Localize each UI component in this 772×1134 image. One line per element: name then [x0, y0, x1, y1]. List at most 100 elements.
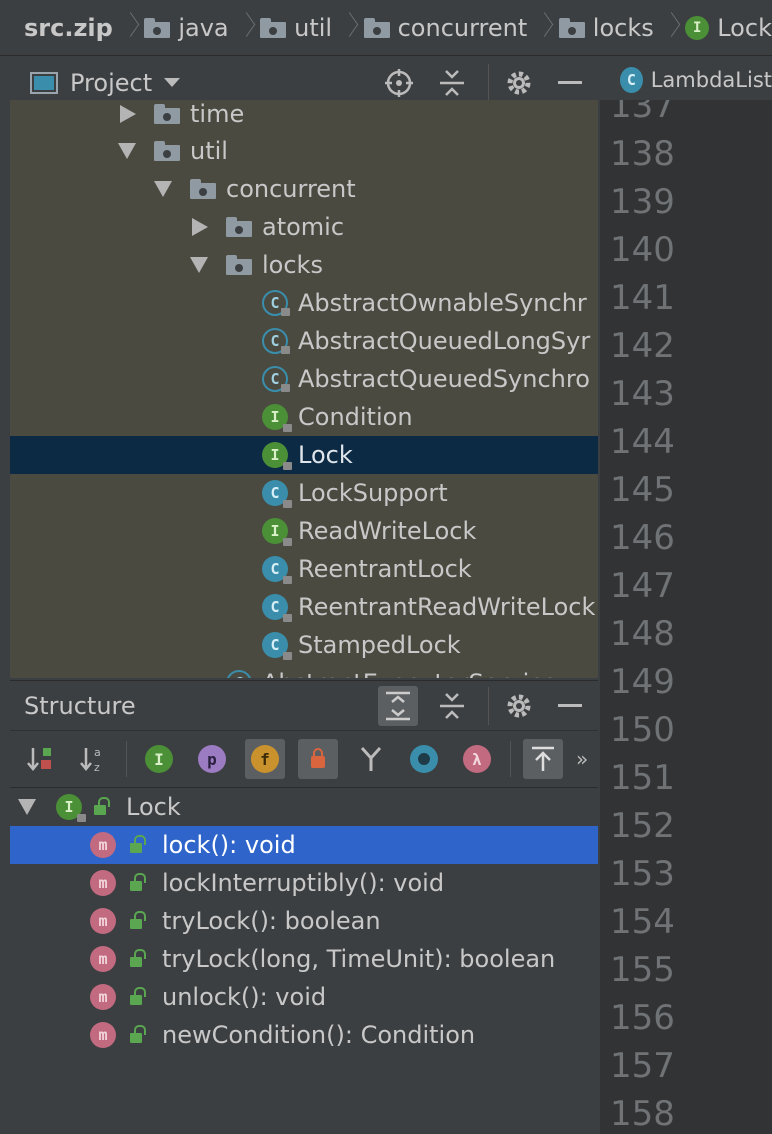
show-inherited-button[interactable]: I — [139, 739, 179, 779]
breadcrumb-item-src-zip[interactable]: src.zip — [24, 14, 113, 42]
tree-item-class[interactable]: C AbstractQueuedLongSyr — [10, 322, 598, 360]
abstract-class-icon: C — [262, 328, 290, 354]
tree-item-concurrent[interactable]: concurrent — [10, 170, 598, 208]
structure-member[interactable]: m tryLock(long, TimeUnit): boolean — [10, 940, 598, 978]
structure-member-label: unlock(): void — [162, 983, 327, 1011]
public-lock-icon — [130, 911, 146, 929]
breadcrumb-label: src.zip — [24, 13, 113, 42]
structure-member[interactable]: m lockInterruptibly(): void — [10, 864, 598, 902]
public-lock-icon — [130, 835, 146, 853]
gear-icon[interactable] — [504, 68, 534, 98]
structure-panel-title: Structure — [24, 691, 136, 720]
tree-item-interface[interactable]: I Condition — [10, 398, 598, 436]
collapse-arrow-icon[interactable] — [154, 181, 172, 197]
public-lock-icon — [130, 873, 146, 891]
breadcrumb-item-util[interactable]: util — [260, 14, 332, 42]
breadcrumb-label: util — [294, 13, 333, 42]
branch-icon — [360, 746, 382, 771]
show-fields-button[interactable]: f — [245, 739, 285, 779]
tree-item-class[interactable]: C ReentrantLock — [10, 550, 598, 588]
autoscroll-button[interactable] — [523, 739, 563, 779]
tree-item-interface-selected[interactable]: I Lock — [10, 436, 598, 474]
expand-arrow-icon[interactable] — [120, 105, 136, 123]
breadcrumb: src.zip java util concurrent locks I Loc… — [0, 0, 772, 56]
public-lock-icon — [130, 1025, 146, 1043]
folder-icon — [154, 141, 180, 161]
breadcrumb-item-concurrent[interactable]: concurrent — [363, 14, 527, 42]
structure-member-label: newCondition(): Condition — [162, 1021, 476, 1049]
show-non-public-button[interactable] — [298, 739, 338, 779]
tree-item-locks[interactable]: locks — [10, 246, 598, 284]
abstract-class-icon: C — [262, 366, 290, 392]
tree-item-label: ReentrantReadWriteLock — [298, 593, 596, 621]
expand-all-icon[interactable] — [384, 691, 412, 721]
tree-item-class[interactable]: C AbstractOwnableSynchr — [10, 284, 598, 322]
minimize-icon[interactable] — [558, 704, 582, 707]
tree-item-label: ReentrantLock — [298, 555, 472, 583]
tree-item-label: AbstractQueuedSynchro — [298, 365, 590, 393]
project-panel-title[interactable]: Project — [70, 69, 152, 97]
tree-item-atomic[interactable]: atomic — [10, 208, 598, 246]
autoscroll-icon — [532, 746, 554, 771]
structure-member[interactable]: m tryLock(): boolean — [10, 902, 598, 940]
editor-tab[interactable]: C LambdaList — [600, 58, 772, 102]
sort-visibility-icon — [27, 748, 51, 771]
sort-alphabetically-button[interactable]: a z — [73, 739, 113, 779]
folder-icon — [558, 17, 585, 38]
line-number: 139 — [610, 182, 675, 222]
tree-item-class[interactable]: C LockSupport — [10, 474, 598, 512]
tree-item-class[interactable]: C AbstractQueuedSynchro — [10, 360, 598, 398]
tree-item-interface[interactable]: I ReadWriteLock — [10, 512, 598, 550]
collapse-arrow-icon[interactable] — [118, 143, 136, 159]
interface-icon: I — [262, 518, 292, 546]
tree-item-class[interactable]: C ReentrantReadWriteLock — [10, 588, 598, 626]
structure-member[interactable]: m newCondition(): Condition — [10, 1016, 598, 1054]
public-lock-icon — [130, 987, 146, 1005]
chevron-right-icon — [342, 11, 354, 45]
folder-icon — [226, 255, 252, 275]
class-icon: C — [620, 66, 643, 93]
chevron-right-icon — [537, 11, 549, 45]
method-icon: m — [90, 984, 116, 1010]
tree-item-label: Lock — [298, 441, 353, 469]
divider — [126, 741, 127, 777]
show-lambdas-target-button[interactable] — [404, 739, 444, 779]
collapse-all-icon[interactable] — [438, 691, 466, 721]
expand-arrow-icon[interactable] — [192, 218, 208, 236]
breadcrumb-item-locks[interactable]: locks — [558, 14, 654, 42]
tree-item-label: AbstractQueuedLongSyr — [298, 327, 591, 355]
project-tree[interactable]: time util concurrent atomic locks C Abst… — [10, 100, 598, 678]
tree-item-label: LockSupport — [298, 479, 448, 507]
breadcrumb-label: Lock — [717, 13, 772, 42]
structure-member[interactable]: m unlock(): void — [10, 978, 598, 1016]
tree-item-time[interactable]: time — [10, 100, 598, 133]
collapse-arrow-icon[interactable] — [190, 257, 208, 273]
inherited-icon: I — [145, 745, 173, 773]
breadcrumb-label: java — [178, 13, 229, 42]
tree-item-util[interactable]: util — [10, 132, 598, 170]
structure-root-lock[interactable]: I Lock — [10, 788, 598, 826]
locate-icon[interactable] — [384, 68, 414, 98]
show-anonymous-button[interactable] — [351, 739, 391, 779]
tree-item-class[interactable]: C StampedLock — [10, 626, 598, 664]
structure-member[interactable]: m lock(): void — [10, 826, 598, 864]
chevron-right-icon — [123, 11, 135, 45]
minimize-icon[interactable] — [558, 81, 582, 84]
more-icon[interactable]: » — [576, 747, 588, 771]
line-number: 145 — [610, 470, 675, 510]
collapse-arrow-icon[interactable] — [18, 799, 36, 815]
sort-by-visibility-button[interactable] — [20, 739, 60, 779]
gear-icon[interactable] — [504, 691, 534, 721]
tree-item-class[interactable]: C AbstractExecutorService — [10, 664, 598, 678]
breadcrumb-item-java[interactable]: java — [144, 13, 229, 42]
structure-member-label: tryLock(): boolean — [162, 907, 381, 935]
show-properties-button[interactable]: p — [192, 739, 232, 779]
line-number: 141 — [610, 278, 675, 318]
tree-item-label: atomic — [262, 213, 345, 241]
chevron-down-icon[interactable] — [164, 78, 181, 87]
breadcrumb-item-lock[interactable]: I Lock — [685, 14, 772, 42]
show-lambdas-button[interactable]: λ — [457, 739, 497, 779]
collapse-all-icon[interactable] — [438, 68, 466, 98]
structure-tree[interactable]: I Lock m lock(): void m lockInterruptibl… — [10, 788, 598, 1134]
project-view-icon[interactable] — [30, 71, 58, 94]
